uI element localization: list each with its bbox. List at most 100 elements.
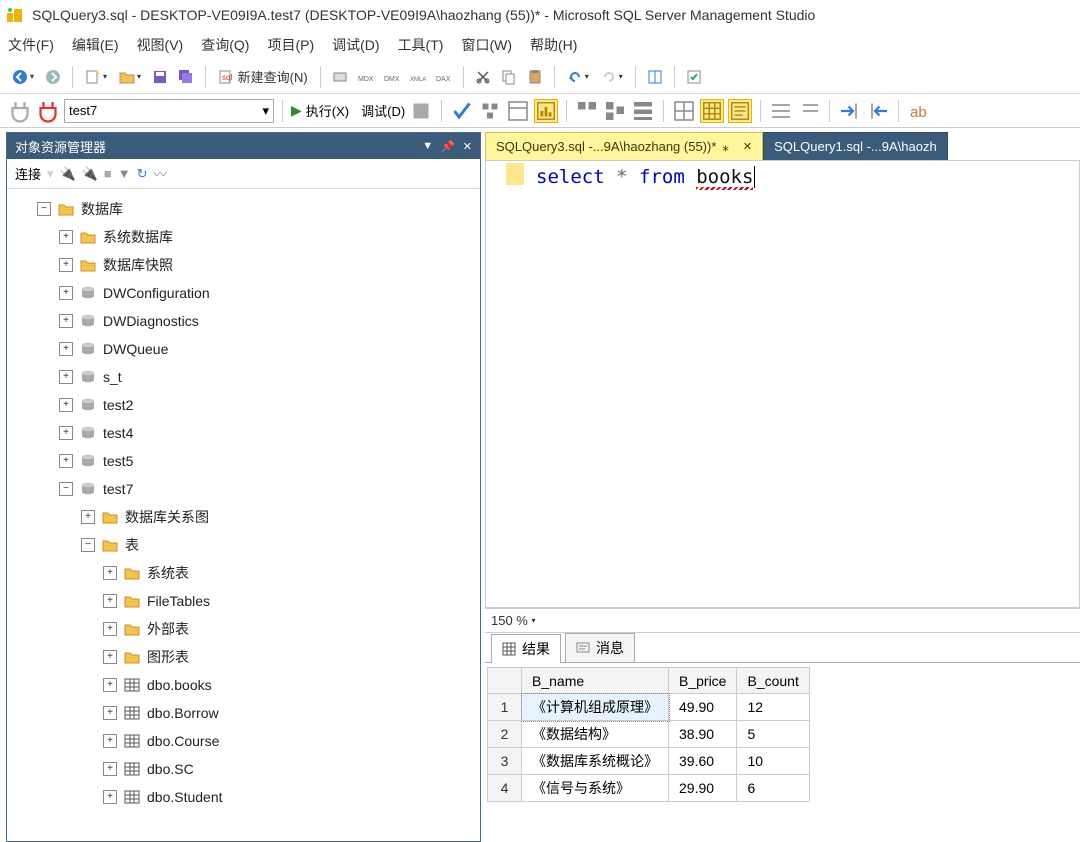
menu-debug[interactable]: 调试(D) xyxy=(332,35,379,55)
tree-node[interactable]: +外部表 xyxy=(11,615,476,643)
expander-icon[interactable]: + xyxy=(59,258,73,272)
tree-node[interactable]: +图形表 xyxy=(11,643,476,671)
uncomment-icon[interactable] xyxy=(797,99,821,123)
expander-icon[interactable]: + xyxy=(103,622,117,636)
row-number[interactable]: 3 xyxy=(488,748,522,775)
execute-button[interactable]: ▶执行(X) xyxy=(291,101,349,120)
results-grid[interactable]: B_nameB_priceB_count1《计算机组成原理》49.90122《数… xyxy=(485,663,1080,806)
results-grid-icon[interactable] xyxy=(700,99,724,123)
results-text-icon[interactable] xyxy=(728,99,752,123)
cell[interactable]: 29.90 xyxy=(669,775,737,802)
expander-icon[interactable]: + xyxy=(103,678,117,692)
row-number[interactable]: 1 xyxy=(488,694,522,721)
tab-inactive[interactable]: SQLQuery1.sql -...9A\haozh xyxy=(763,132,948,160)
panel-dropdown-icon[interactable]: ▼ xyxy=(422,140,433,153)
nav-fwd-icon[interactable] xyxy=(42,66,64,88)
expander-icon[interactable]: + xyxy=(103,706,117,720)
expander-icon[interactable]: + xyxy=(59,314,73,328)
tree-node[interactable]: +系统表 xyxy=(11,559,476,587)
tree-node[interactable]: +dbo.SC xyxy=(11,755,476,783)
tree-node[interactable]: +dbo.books xyxy=(11,671,476,699)
expander-icon[interactable]: + xyxy=(59,342,73,356)
tree-node[interactable]: +test2 xyxy=(11,391,476,419)
tab-close-icon[interactable]: ✕ xyxy=(743,140,752,153)
oex-refresh-icon[interactable]: ↻ xyxy=(137,166,148,182)
save-icon[interactable] xyxy=(149,66,171,88)
expander-icon[interactable]: + xyxy=(59,426,73,440)
comment-icon[interactable] xyxy=(769,99,793,123)
menu-file[interactable]: 文件(F) xyxy=(8,35,54,55)
cell[interactable]: 《计算机组成原理》 xyxy=(522,694,669,721)
tree-node[interactable]: +数据库快照 xyxy=(11,251,476,279)
tb2-icon-a[interactable] xyxy=(575,99,599,123)
oex-plug2-icon[interactable]: 🔌 xyxy=(82,166,98,182)
expander-icon[interactable]: + xyxy=(103,650,117,664)
expander-icon[interactable]: + xyxy=(81,510,95,524)
col-header[interactable]: B_name xyxy=(522,668,669,694)
tree-node[interactable]: +DWDiagnostics xyxy=(11,307,476,335)
outline-icon[interactable] xyxy=(506,99,530,123)
zoom-level[interactable]: 150 % ▾ xyxy=(485,609,1080,633)
oex-plug-icon[interactable]: 🔌 xyxy=(60,166,76,182)
outdent-icon[interactable] xyxy=(866,99,890,123)
open-icon[interactable]: ▾ xyxy=(115,66,145,88)
row-number[interactable]: 2 xyxy=(488,721,522,748)
expander-icon[interactable]: + xyxy=(103,790,117,804)
expander-icon[interactable]: − xyxy=(81,538,95,552)
tree-node[interactable]: +s_t xyxy=(11,363,476,391)
tree-node[interactable]: +test4 xyxy=(11,419,476,447)
oex-filter-icon[interactable]: ▼ xyxy=(118,166,131,181)
undo-icon[interactable]: ▾ xyxy=(563,66,593,88)
expander-icon[interactable]: + xyxy=(103,734,117,748)
tb-dax-icon[interactable]: DAX xyxy=(433,66,455,88)
new-icon[interactable]: ▾ xyxy=(81,66,111,88)
menu-help[interactable]: 帮助(H) xyxy=(530,35,577,55)
change-conn-icon[interactable] xyxy=(36,99,60,123)
include-stats-icon[interactable] xyxy=(534,99,558,123)
expander-icon[interactable]: − xyxy=(37,202,51,216)
menu-query[interactable]: 查询(Q) xyxy=(201,35,249,55)
tb2-icon-c[interactable] xyxy=(631,99,655,123)
expander-icon[interactable]: + xyxy=(59,286,73,300)
cell[interactable]: 10 xyxy=(737,748,809,775)
expander-icon[interactable]: + xyxy=(59,370,73,384)
expander-icon[interactable]: + xyxy=(59,230,73,244)
expander-icon[interactable]: + xyxy=(103,566,117,580)
expander-icon[interactable]: + xyxy=(59,454,73,468)
tb-icon-1[interactable] xyxy=(329,66,351,88)
cell[interactable]: 12 xyxy=(737,694,809,721)
row-number[interactable]: 4 xyxy=(488,775,522,802)
cell[interactable]: 38.90 xyxy=(669,721,737,748)
debug-button[interactable]: 调试(D) xyxy=(361,101,405,120)
tree-node[interactable]: +FileTables xyxy=(11,587,476,615)
expander-icon[interactable]: + xyxy=(59,398,73,412)
menu-tools[interactable]: 工具(T) xyxy=(398,35,444,55)
cell[interactable]: 《信号与系统》 xyxy=(522,775,669,802)
tree-node[interactable]: +test5 xyxy=(11,447,476,475)
cell[interactable]: 49.90 xyxy=(669,694,737,721)
menu-project[interactable]: 项目(P) xyxy=(267,35,314,55)
cell[interactable]: 《数据库系统概论》 xyxy=(522,748,669,775)
new-query-button[interactable]: sql 新建查询(N) xyxy=(214,66,312,88)
cell[interactable]: 5 xyxy=(737,721,809,748)
parse-icon[interactable] xyxy=(450,99,474,123)
tab-active[interactable]: SQLQuery3.sql -...9A\haozhang (55))*⁎✕ xyxy=(485,132,763,160)
tree-node[interactable]: +dbo.Student xyxy=(11,783,476,811)
indent-icon[interactable] xyxy=(838,99,862,123)
save-all-icon[interactable] xyxy=(175,66,197,88)
results-tab[interactable]: 结果 xyxy=(491,634,561,663)
specify-values-icon[interactable]: ab xyxy=(907,99,931,123)
tree-node[interactable]: −表 xyxy=(11,531,476,559)
cell[interactable]: 《数据结构》 xyxy=(522,721,669,748)
messages-tab[interactable]: 消息 xyxy=(565,633,635,663)
menu-edit[interactable]: 编辑(E) xyxy=(72,35,119,55)
object-tree[interactable]: −数据库+系统数据库+数据库快照+DWConfiguration+DWDiagn… xyxy=(7,189,480,841)
oex-stop-icon[interactable]: ■ xyxy=(104,166,112,181)
tb-dmx-icon[interactable]: DMX xyxy=(381,66,403,88)
tb2-icon-b[interactable] xyxy=(603,99,627,123)
tree-node[interactable]: +DWQueue xyxy=(11,335,476,363)
tree-node[interactable]: +数据库关系图 xyxy=(11,503,476,531)
redo-icon[interactable]: ▾ xyxy=(597,66,627,88)
expander-icon[interactable]: − xyxy=(59,482,73,496)
copy-icon[interactable] xyxy=(498,66,520,88)
